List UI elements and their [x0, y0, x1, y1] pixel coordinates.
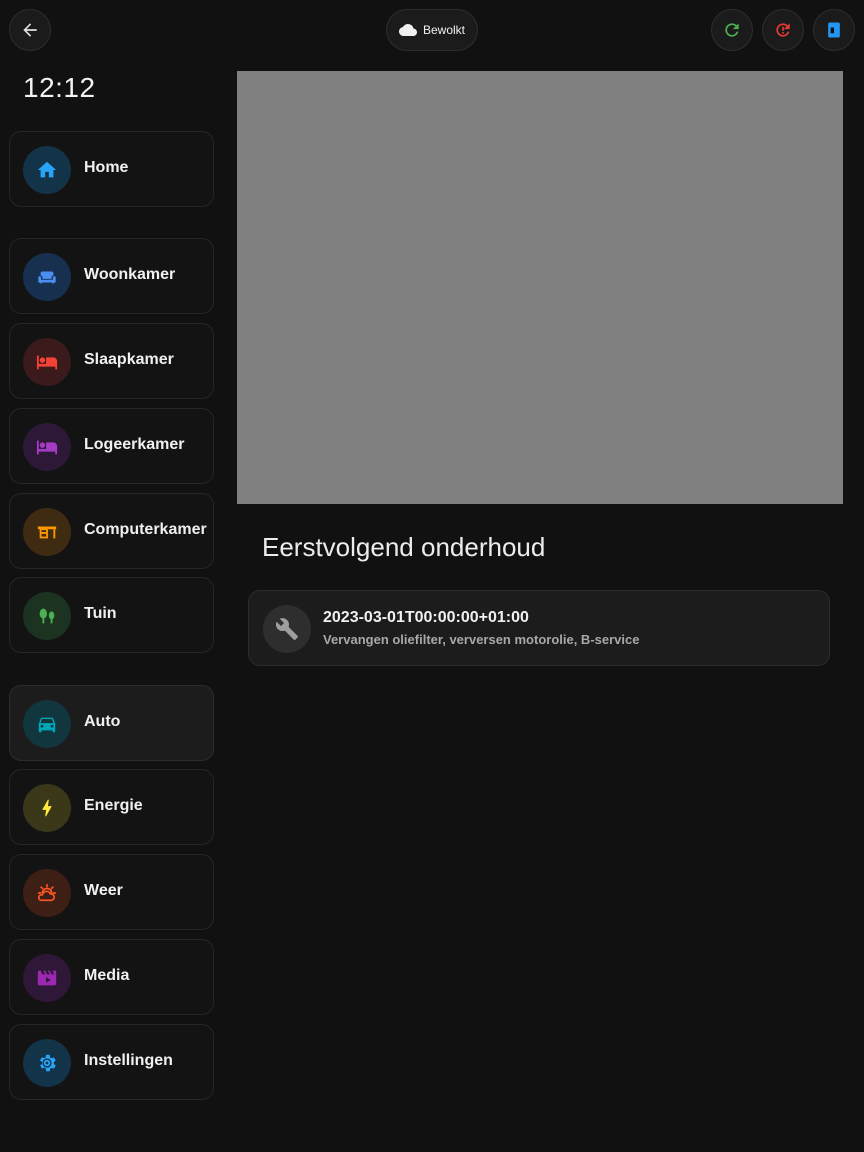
nav-label: Media [84, 967, 130, 984]
section-title: Eerstvolgend onderhoud [262, 532, 546, 562]
gear-icon-wrap [23, 1039, 71, 1087]
nav-label: Slaapkamer [84, 351, 174, 368]
clock: 12:12 [23, 72, 96, 103]
cloud-icon [398, 23, 417, 36]
movie-icon-wrap [23, 954, 71, 1002]
nav-item-computerkamer[interactable]: Computerkamer [9, 493, 214, 569]
bed-icon-wrap [23, 338, 71, 386]
restart-alert-button[interactable] [762, 9, 804, 51]
nav-item-media[interactable]: Media [9, 939, 214, 1015]
movie-icon [37, 970, 57, 986]
nav-label: Logeerkamer [84, 436, 185, 453]
wrench-icon [275, 618, 298, 640]
sofa-icon [38, 271, 56, 284]
bed-guest-icon-wrap [23, 423, 71, 471]
weather-chip[interactable]: Bewolkt [386, 9, 478, 51]
nav-item-instellingen[interactable]: Instellingen [9, 1024, 214, 1100]
nav-label: Home [84, 159, 129, 176]
bed-guest-icon [36, 440, 58, 455]
trees-icon [39, 608, 55, 624]
nav-item-woonkamer[interactable]: Woonkamer [9, 238, 214, 314]
nav-label: Woonkamer [84, 266, 176, 283]
sofa-icon-wrap [23, 253, 71, 301]
nav-item-tuin[interactable]: Tuin [9, 577, 214, 653]
alert-restart-icon [776, 23, 790, 37]
desk-icon-wrap [23, 508, 71, 556]
refresh-button[interactable] [711, 9, 753, 51]
sun-cloud-icon [37, 883, 57, 902]
nav-item-energie[interactable]: Energie [9, 769, 214, 845]
nav-label: Weer [84, 882, 123, 899]
lightning-icon [42, 799, 52, 817]
desk-icon [37, 526, 57, 539]
panel-icon [828, 22, 840, 38]
maintenance-card[interactable]: 2023-03-01T00:00:00+01:00 Vervangen olie… [248, 590, 830, 666]
maintenance-description: Vervangen oliefilter, verversen motoroli… [323, 632, 640, 647]
nav-item-slaapkamer[interactable]: Slaapkamer [9, 323, 214, 399]
nav-label: Computerkamer [84, 521, 207, 538]
nav-label: Auto [84, 713, 121, 730]
weather-label: Bewolkt [422, 23, 466, 37]
nav-item-home[interactable]: Home [9, 131, 214, 207]
gear-icon [40, 1054, 56, 1072]
top-bar: Bewolkt [0, 0, 864, 60]
nav-label: Energie [84, 797, 143, 814]
camera-feed[interactable] [237, 71, 843, 504]
home-icon [37, 161, 57, 178]
trees-icon-wrap [23, 592, 71, 640]
panel-button[interactable] [813, 9, 855, 51]
sun-cloud-icon-wrap [23, 869, 71, 917]
nav-label: Tuin [84, 605, 117, 622]
back-button[interactable] [9, 9, 51, 51]
car-icon-wrap [23, 700, 71, 748]
bed-icon [36, 355, 58, 370]
nav-item-auto[interactable]: Auto [9, 685, 214, 761]
nav-label: Instellingen [84, 1052, 173, 1069]
lightning-icon-wrap [23, 784, 71, 832]
car-icon [38, 717, 56, 733]
nav-item-logeerkamer[interactable]: Logeerkamer [9, 408, 214, 484]
nav-item-weer[interactable]: Weer [9, 854, 214, 930]
home-icon-wrap [23, 146, 71, 194]
refresh-icon [725, 23, 739, 37]
maintenance-date: 2023-03-01T00:00:00+01:00 [323, 609, 529, 626]
arrow-left-icon [23, 23, 37, 37]
wrench-icon-wrap [263, 605, 311, 653]
